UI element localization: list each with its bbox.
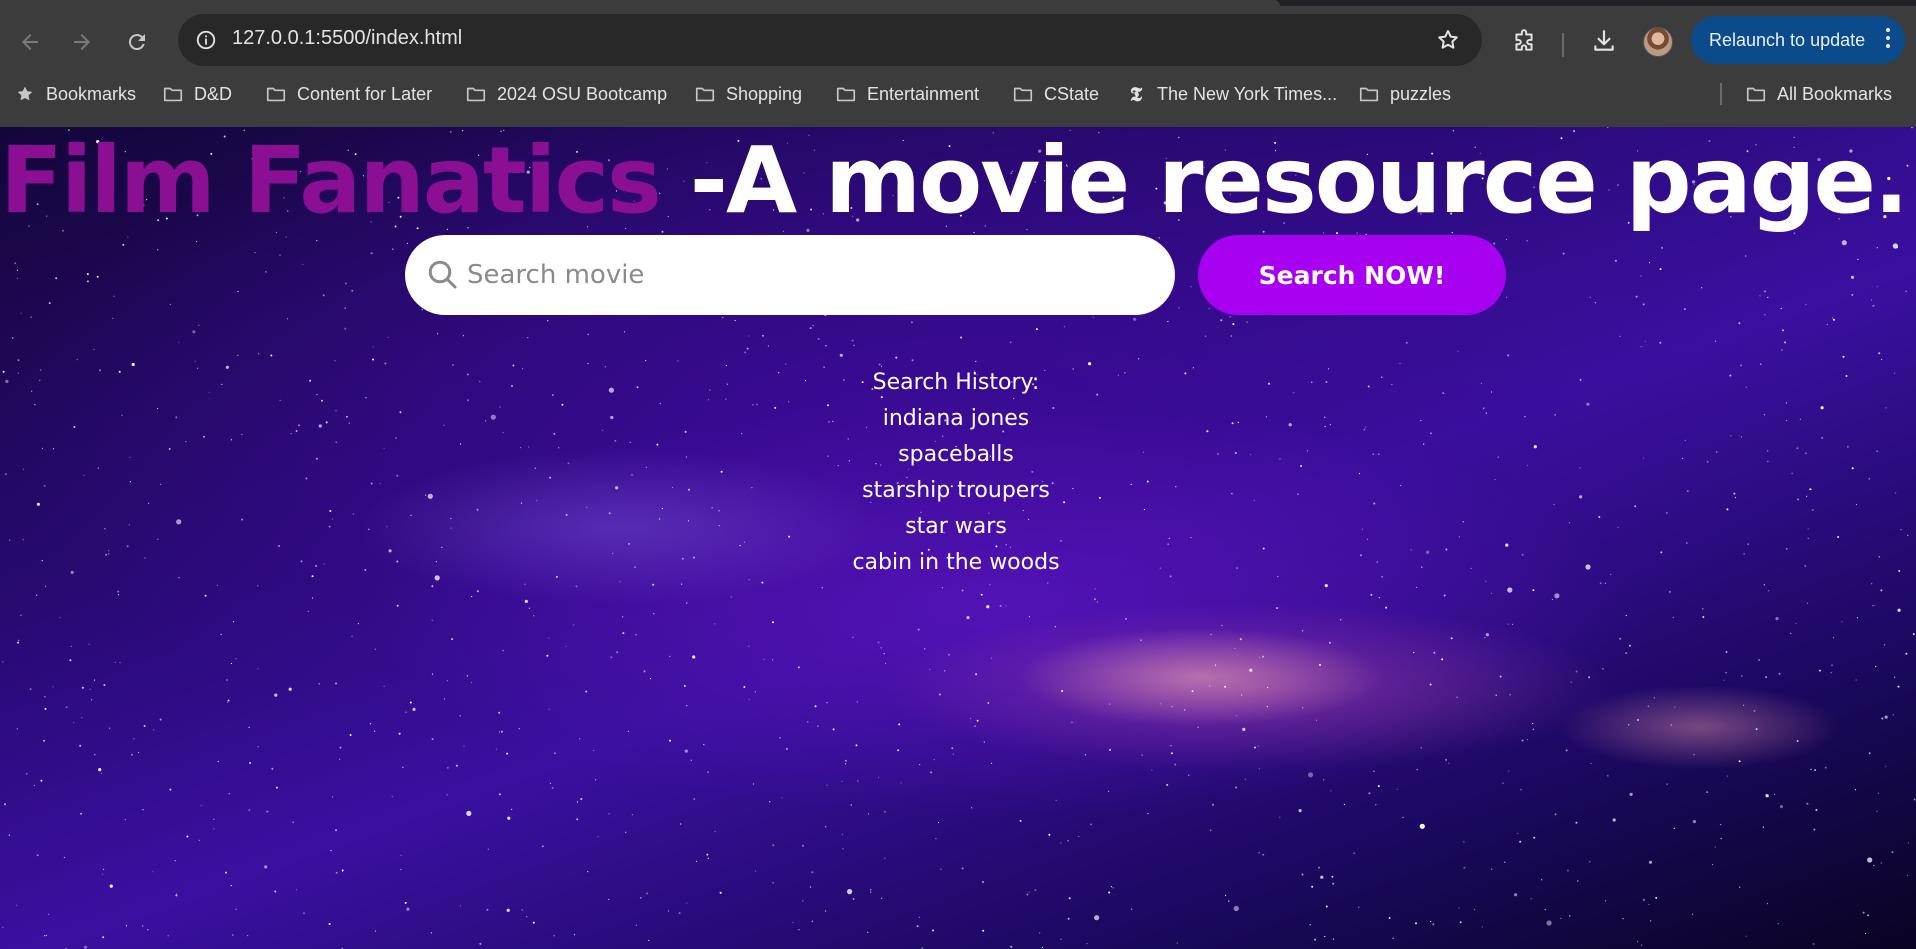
- search-icon: [428, 260, 457, 289]
- address-bar[interactable]: 127.0.0.1:5500/index.html: [178, 14, 1482, 66]
- reload-icon: [128, 34, 145, 51]
- history-item[interactable]: cabin in the woods: [756, 545, 1156, 581]
- page-viewport: Film Fanatics -A movie resource page. Se…: [0, 127, 1916, 949]
- bookmarks-bar: Bookmarks D&D Content for Later 2024 OSU…: [0, 76, 1916, 112]
- bookmark-label: Content for Later: [297, 83, 433, 104]
- brand-name: Film Fanatics: [0, 127, 662, 234]
- all-bookmarks-label: All Bookmarks: [1777, 83, 1893, 104]
- browser-toolbar: 127.0.0.1:5500/index.html Relaunch to up…: [0, 6, 1916, 74]
- back-arrow-icon: [22, 34, 38, 50]
- bookmark-folder-entertainment[interactable]: Entertainment: [835, 76, 979, 112]
- page-title: Film Fanatics -A movie resource page.: [0, 135, 1916, 227]
- search-now-button[interactable]: Search NOW!: [1198, 235, 1506, 315]
- folder-icon: [835, 83, 857, 105]
- search-history: Search History: indiana jones spaceballs…: [756, 365, 1156, 581]
- folder-icon: [1012, 83, 1034, 105]
- page-tagline: -A movie resource page.: [659, 127, 1909, 234]
- folder-icon: [1745, 83, 1767, 105]
- relaunch-label: Relaunch to update: [1709, 29, 1866, 50]
- bookmark-label: Entertainment: [867, 83, 980, 104]
- toolbar-divider: [1562, 33, 1564, 57]
- search-input[interactable]: [465, 251, 1145, 299]
- bookmark-label: Shopping: [726, 83, 803, 104]
- back-button[interactable]: [10, 22, 50, 62]
- forward-arrow-icon: [74, 34, 90, 50]
- bookmark-folder-osu-bootcamp[interactable]: 2024 OSU Bootcamp: [465, 76, 667, 112]
- url-text[interactable]: 127.0.0.1:5500/index.html: [232, 27, 462, 50]
- history-item[interactable]: indiana jones: [756, 401, 1156, 437]
- bookmark-folder-content-for-later[interactable]: Content for Later: [265, 76, 432, 112]
- folder-icon: [265, 83, 287, 105]
- site-info-icon[interactable]: [190, 24, 222, 56]
- reload-button[interactable]: [117, 22, 157, 62]
- bookmark-label: CState: [1044, 83, 1100, 104]
- bookmark-label: Bookmarks: [46, 83, 137, 104]
- search-history-title: Search History:: [872, 370, 1040, 395]
- history-item[interactable]: spaceballs: [756, 437, 1156, 473]
- history-item[interactable]: star wars: [756, 509, 1156, 545]
- download-icon[interactable]: [1587, 24, 1621, 58]
- star-icon: [14, 83, 36, 105]
- menu-kebab-icon[interactable]: [1885, 28, 1891, 52]
- bookmark-folder-cstate[interactable]: CState: [1012, 76, 1099, 112]
- folder-icon: [1358, 83, 1380, 105]
- all-bookmarks-button[interactable]: All Bookmarks: [1745, 76, 1892, 112]
- bookmark-folder-shopping[interactable]: Shopping: [694, 76, 802, 112]
- extensions-icon[interactable]: [1507, 24, 1541, 58]
- nyt-icon: 𝕿: [1129, 82, 1143, 106]
- bookmark-folder-puzzles[interactable]: puzzles: [1358, 76, 1451, 112]
- profile-avatar[interactable]: [1643, 27, 1673, 57]
- folder-icon: [162, 83, 184, 105]
- bookmark-folder-dnd[interactable]: D&D: [162, 76, 232, 112]
- browser-chrome: 127.0.0.1:5500/index.html Relaunch to up…: [0, 0, 1916, 127]
- bookmark-nyt[interactable]: 𝕿 The New York Times...: [1125, 76, 1337, 112]
- history-item[interactable]: starship troupers: [756, 473, 1156, 509]
- bookmark-label: puzzles: [1390, 83, 1452, 104]
- folder-icon: [465, 83, 487, 105]
- folder-icon: [694, 83, 716, 105]
- bookmark-bookmarks[interactable]: Bookmarks: [14, 76, 136, 112]
- bookmarks-divider: [1720, 83, 1722, 105]
- forward-button[interactable]: [62, 22, 102, 62]
- bookmark-label: D&D: [194, 83, 233, 104]
- bookmark-label: 2024 OSU Bootcamp: [497, 83, 668, 104]
- bookmark-label: The New York Times...: [1157, 83, 1338, 104]
- bookmark-star-icon[interactable]: [1434, 26, 1462, 54]
- search-bar[interactable]: [405, 235, 1175, 315]
- relaunch-to-update-button[interactable]: Relaunch to update: [1691, 16, 1905, 64]
